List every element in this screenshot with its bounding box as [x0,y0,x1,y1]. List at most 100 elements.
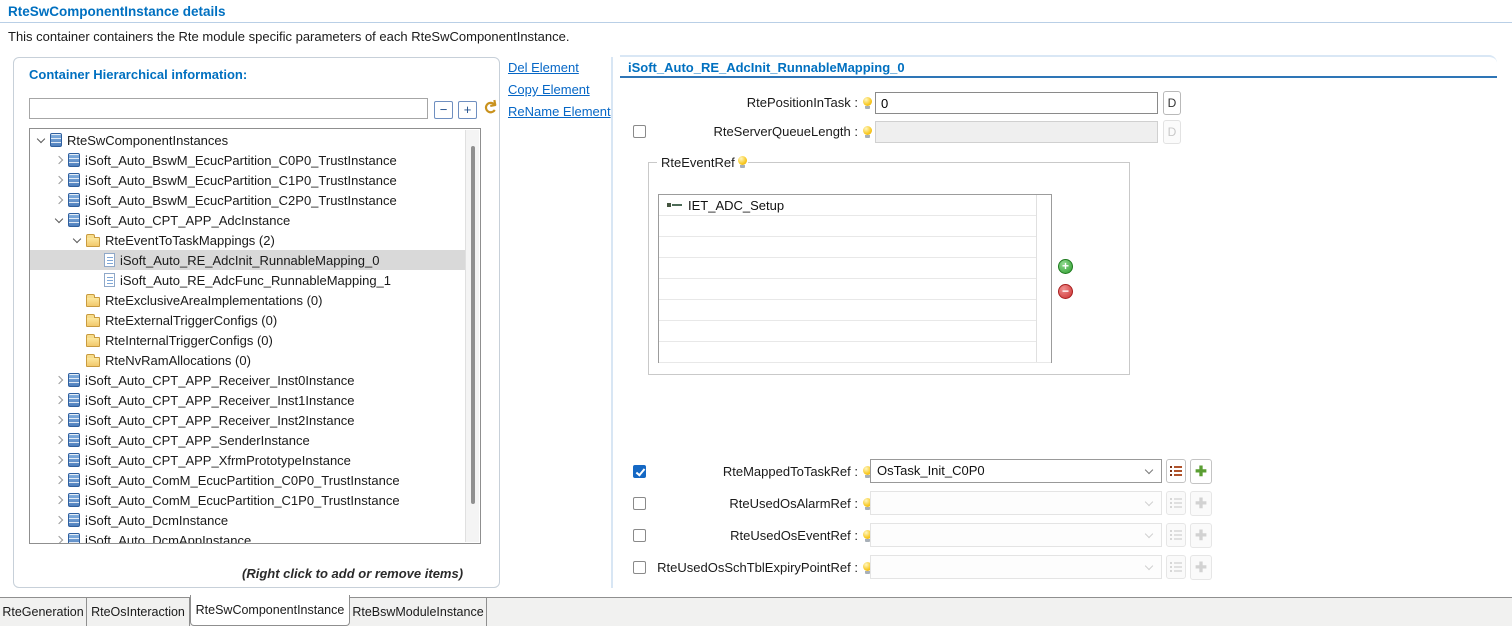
folder-icon [86,337,100,347]
tree-item[interactable]: iSoft_Auto_CPT_APP_Receiver_Inst2Instanc… [30,410,465,430]
component-icon [68,533,80,544]
tree-chevron-icon[interactable] [52,219,65,222]
remove-event-ref-button[interactable]: − [1058,284,1073,299]
tree-item[interactable]: iSoft_Auto_RE_AdcInit_RunnableMapping_0 [30,250,465,270]
tree-scrollbar[interactable] [465,130,479,542]
reference-label: RteUsedOsEventRef : [620,523,858,548]
tree-chevron-icon[interactable] [52,437,65,443]
refresh-icon[interactable]: ↻ [478,98,501,117]
tab-rteosinteraction[interactable]: RteOsInteraction [87,598,190,626]
reference-row: RteUsedOsSchTblExpiryPointRef :✚ [620,555,1497,580]
tree-chevron-icon[interactable] [52,157,65,163]
tree-item-label: iSoft_Auto_DcmAppInstance [85,533,251,545]
tree-chevron-icon[interactable] [52,177,65,183]
tree-item[interactable]: iSoft_Auto_BswM_EcucPartition_C1P0_Trust… [30,170,465,190]
event-ref-empty-row [659,216,1051,237]
tree-item[interactable]: RteExclusiveAreaImplementations (0) [30,290,465,310]
event-ref-entry-label: IET_ADC_Setup [688,198,784,213]
event-ref-empty-row [659,342,1051,363]
tree-chevron-icon[interactable] [52,497,65,503]
tree-item[interactable]: iSoft_Auto_CPT_APP_XfrmPrototypeInstance [30,450,465,470]
reference-label: RteMappedToTaskRef : [620,459,858,484]
tree-chevron-icon[interactable] [52,377,65,383]
tree-item[interactable]: RteEventToTaskMappings (2) [30,230,465,250]
reference-dropdown [870,491,1162,515]
document-icon [104,253,115,267]
tree-item-label: iSoft_Auto_BswM_EcucPartition_C0P0_Trust… [85,153,397,168]
tree-item-label: iSoft_Auto_CPT_APP_Receiver_Inst0Instanc… [85,373,355,388]
tree-chevron-icon[interactable] [52,397,65,403]
add-event-ref-button[interactable]: + [1058,259,1073,274]
tree-item[interactable]: RteSwComponentInstances [30,130,465,150]
component-icon [68,373,80,387]
tab-rteswcomponentinstance[interactable]: RteSwComponentInstance [190,595,350,626]
list-icon [1170,466,1182,476]
action-link-rename-element[interactable]: ReName Element [508,104,611,119]
tree-chevron-icon[interactable] [52,517,65,523]
parameter-input[interactable] [875,92,1158,114]
tree-chevron-icon[interactable] [52,537,65,543]
page-title: RteSwComponentInstance details [8,4,226,19]
expand-all-button[interactable]: + [458,101,477,119]
tree-item[interactable]: iSoft_Auto_CPT_APP_SenderInstance [30,430,465,450]
action-link-copy-element[interactable]: Copy Element [508,82,611,97]
tree-chevron-icon[interactable] [70,239,83,242]
reference-dropdown[interactable]: OsTask_Init_C0P0 [870,459,1162,483]
component-icon [68,493,80,507]
tree-item-label: iSoft_Auto_BswM_EcucPartition_C1P0_Trust… [85,173,397,188]
component-icon [68,453,80,467]
add-reference-button[interactable]: ✚ [1190,459,1212,484]
hierarchy-panel-title: Container Hierarchical information: [29,67,247,82]
parameter-input [875,121,1158,143]
tree-item[interactable]: iSoft_Auto_ComM_EcucPartition_C0P0_Trust… [30,470,465,490]
app-window: RteSwComponentInstance details This cont… [0,0,1512,626]
component-icon [68,193,80,207]
tree-item[interactable]: iSoft_Auto_CPT_APP_Receiver_Inst1Instanc… [30,390,465,410]
tree-item-label: iSoft_Auto_CPT_APP_AdcInstance [85,213,290,228]
tree-item[interactable]: iSoft_Auto_BswM_EcucPartition_C0P0_Trust… [30,150,465,170]
tree-item-label: iSoft_Auto_ComM_EcucPartition_C1P0_Trust… [85,493,400,508]
default-value-button[interactable]: D [1163,91,1181,115]
parameter-row: RtePositionInTask :D [620,91,1497,115]
tree-item[interactable]: RteNvRamAllocations (0) [30,350,465,370]
collapse-all-button[interactable]: − [434,101,453,119]
tree-item[interactable]: RteInternalTriggerConfigs (0) [30,330,465,350]
lightbulb-icon [863,126,872,139]
tree-item[interactable]: iSoft_Auto_ComM_EcucPartition_C1P0_Trust… [30,490,465,510]
tree-chevron-icon[interactable] [34,139,47,142]
component-icon [68,213,80,227]
reference-row: RteUsedOsAlarmRef :✚ [620,491,1497,516]
tree-chevron-icon[interactable] [52,477,65,483]
action-link-del-element[interactable]: Del Element [508,60,611,75]
tree-item-label: iSoft_Auto_CPT_APP_SenderInstance [85,433,310,448]
component-icon [68,393,80,407]
tree-search-input[interactable] [29,98,428,119]
element-actions: Del Element Copy Element ReName Element [508,60,611,126]
document-icon [104,273,115,287]
list-icon [1170,530,1182,540]
reference-dropdown [870,555,1162,579]
page-description: This container containers the Rte module… [8,29,569,44]
select-from-list-button [1166,555,1186,579]
tree-item-label: iSoft_Auto_ComM_EcucPartition_C0P0_Trust… [85,473,400,488]
select-from-list-button[interactable] [1166,459,1186,483]
tree-item[interactable]: iSoft_Auto_BswM_EcucPartition_C2P0_Trust… [30,190,465,210]
tree-item[interactable]: iSoft_Auto_DcmAppInstance [30,530,465,544]
tree-item[interactable]: iSoft_Auto_CPT_APP_AdcInstance [30,210,465,230]
folder-icon [86,357,100,367]
add-reference-button: ✚ [1190,555,1212,580]
tree-item[interactable]: RteExternalTriggerConfigs (0) [30,310,465,330]
tree-item-label: iSoft_Auto_DcmInstance [85,513,228,528]
tab-rtegeneration[interactable]: RteGeneration [0,598,87,626]
tree-item[interactable]: iSoft_Auto_RE_AdcFunc_RunnableMapping_1 [30,270,465,290]
parameter-label: RteServerQueueLength : [620,120,858,144]
event-ref-entry[interactable]: IET_ADC_Setup [659,195,1051,216]
tab-rtebswmoduleinstance[interactable]: RteBswModuleInstance [350,598,487,626]
tree-item[interactable]: iSoft_Auto_DcmInstance [30,510,465,530]
tree-item[interactable]: iSoft_Auto_CPT_APP_Receiver_Inst0Instanc… [30,370,465,390]
tree-chevron-icon[interactable] [52,417,65,423]
panel-separator [611,57,613,588]
tree-chevron-icon[interactable] [52,197,65,203]
tree-scrollbar-thumb[interactable] [471,146,475,504]
tree-chevron-icon[interactable] [52,457,65,463]
